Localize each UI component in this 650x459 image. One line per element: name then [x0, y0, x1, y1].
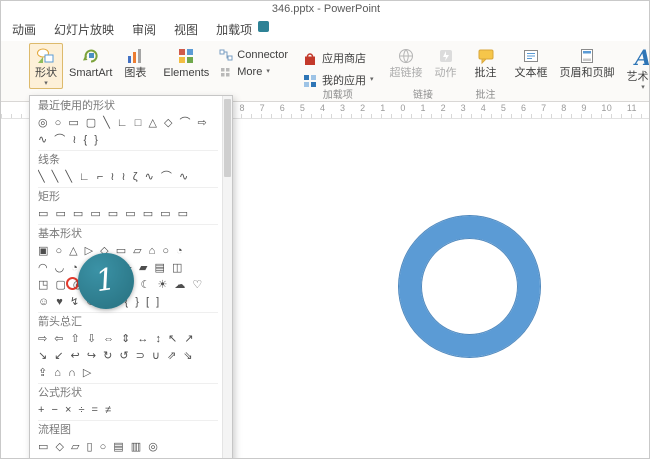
section-flowchart: 流程图 ▭ ◇ ▱ ▯ ○ ▤ ▥ ◎ ▭ ○ ▱ ◇ ⊗ ⊕ ▽ △ ◁ ▷ [38, 420, 218, 459]
section-recent-shapes: 最近使用的形状 ◎ ○ ▭ ▢ ╲ ∟ □ △ ◇ ⌒ ⇨ ∿ ⌒ ≀ { } [38, 98, 218, 149]
tab-review[interactable]: 审阅 [123, 17, 165, 42]
tab-view[interactable]: 视图 [165, 17, 207, 42]
shapes-button-label: 形状 [35, 67, 57, 79]
textbox-button[interactable]: 文本框 [509, 43, 554, 89]
shape-row[interactable]: ▣ ○ △ ▷ ◇ ▭ ▱ ⌂ ○ ◔ [38, 243, 218, 260]
section-label: 公式形状 [38, 385, 218, 402]
group-label-comments: 批注 [469, 89, 503, 102]
section-block-arrows: 箭头总汇 ⇨ ⇦ ⇧ ⇩ ⇔ ⇕ ↔ ↕ ↖ ↗ ↘ ↙ ↩ ↪ ↻ ↺ ⊃ ∪… [38, 312, 218, 382]
wordart-button[interactable]: A 艺术字 ▾ [621, 43, 650, 89]
my-apps-button-label: 我的应用 [322, 72, 366, 88]
my-apps-button[interactable]: 我的应用 ▾ [298, 71, 378, 89]
comment-button[interactable]: 批注 [469, 43, 503, 89]
window-title: 346.pptx - PowerPoint [1, 1, 650, 17]
chart-button-label: 图表 [124, 67, 146, 79]
app-store-button-label: 应用商店 [322, 50, 366, 66]
section-rectangles: 矩形 ▭ ▭ ▭ ▭ ▭ ▭ ▭ ▭ ▭ [38, 187, 218, 223]
action-button[interactable]: 动作 [429, 43, 463, 89]
shapes-icon [36, 47, 56, 65]
tab-addins[interactable]: 加载项 [207, 17, 261, 42]
group-label-addins: 加载项 [298, 89, 378, 102]
shape-row[interactable]: ╲ ╲ ╲ ∟ ⌐ ≀ ≀ ζ ∿ ⌒ ∿ [38, 169, 218, 186]
app-store-icon [302, 51, 318, 66]
powerpoint-window: 346.pptx - PowerPoint 动画 幻灯片放映 审阅 视图 加载项… [0, 0, 650, 459]
more-icon [219, 66, 233, 78]
ribbon-tab-bar: 动画 幻灯片放映 审阅 视图 加载项 [1, 17, 650, 41]
panel-scrollbar[interactable] [222, 96, 232, 459]
wordart-button-label: 艺术字 [627, 71, 650, 83]
section-label: 矩形 [38, 189, 218, 206]
chevron-down-icon: ▾ [266, 69, 270, 75]
header-footer-button-label: 页眉和页脚 [560, 67, 615, 79]
header-footer-icon [578, 47, 596, 65]
section-label: 基本形状 [38, 226, 218, 243]
shape-row[interactable]: ▭ ◇ ▱ ▯ ○ ▤ ▥ ◎ [38, 439, 218, 456]
step-1-badge-label: 1 [94, 265, 117, 297]
action-button-label: 动作 [435, 67, 457, 79]
group-links: 超链接 动作 链接 [382, 42, 465, 101]
section-equation-shapes: 公式形状 + − × ÷ = ≠ [38, 383, 218, 419]
more-button[interactable]: More ▾ [215, 65, 292, 79]
group-illustrations: 形状 ▾ SmartArt 图表 [27, 42, 294, 101]
textbox-icon [522, 47, 540, 65]
group-addins: 应用商店 我的应用 ▾ 加载项 [296, 42, 380, 101]
chart-icon [126, 47, 144, 65]
smartart-button-label: SmartArt [69, 67, 112, 79]
title-bar: 346.pptx - PowerPoint [1, 1, 650, 17]
connector-icon [219, 49, 233, 61]
elements-icon [177, 47, 195, 65]
tab-animation[interactable]: 动画 [3, 17, 45, 42]
section-lines: 线条 ╲ ╲ ╲ ∟ ⌐ ≀ ≀ ζ ∿ ⌒ ∿ [38, 150, 218, 186]
header-footer-button[interactable]: 页眉和页脚 [554, 43, 621, 89]
chart-button[interactable]: 图表 [118, 43, 152, 89]
tab-slideshow[interactable]: 幻灯片放映 [45, 17, 123, 42]
shapes-button[interactable]: 形状 ▾ [29, 43, 63, 89]
chevron-down-icon: ▾ [44, 81, 48, 87]
section-label: 最近使用的形状 [38, 98, 218, 115]
textbox-button-label: 文本框 [515, 67, 548, 79]
group-text: 文本框 页眉和页脚 A 艺术字 ▾ [507, 42, 650, 101]
section-label: 线条 [38, 152, 218, 169]
shape-row[interactable]: ⇨ ⇦ ⇧ ⇩ ⇔ ⇕ ↔ ↕ ↖ ↗ [38, 331, 218, 348]
comment-icon [477, 47, 495, 65]
chevron-down-icon: ▾ [370, 77, 374, 83]
elements-button[interactable]: Elements [157, 43, 215, 89]
more-button-label: More [237, 66, 262, 78]
hyperlink-globe-icon [397, 47, 415, 65]
scrollbar-thumb[interactable] [224, 99, 231, 177]
shape-row[interactable]: ∿ ⌒ ≀ { } [38, 132, 218, 149]
hyperlink-button[interactable]: 超链接 [384, 43, 429, 89]
section-label: 流程图 [38, 422, 218, 439]
shape-row[interactable]: ⇪ ⌂ ∩ ▷ [38, 365, 218, 382]
shape-row[interactable]: ◎ ○ ▭ ▢ ╲ ∟ □ △ ◇ ⌒ ⇨ [38, 115, 218, 132]
section-label: 箭头总汇 [38, 314, 218, 331]
annotation-square [258, 21, 269, 32]
comment-button-label: 批注 [475, 67, 497, 79]
hyperlink-button-label: 超链接 [390, 67, 423, 79]
elements-button-label: Elements [163, 67, 209, 79]
group-label-links: 链接 [384, 89, 463, 102]
my-apps-icon [302, 73, 318, 88]
smartart-icon [82, 47, 100, 65]
group-comments: 批注 批注 [467, 42, 505, 101]
donut-shape[interactable] [399, 216, 540, 357]
action-icon [437, 47, 455, 65]
step-1-badge: 1 [78, 253, 134, 309]
smartart-button[interactable]: SmartArt [63, 43, 118, 89]
shape-row[interactable]: + − × ÷ = ≠ [38, 402, 218, 419]
shape-row[interactable]: ▭ ▭ ▭ ▭ ▭ ▭ ▭ ▭ ▭ [38, 206, 218, 223]
app-store-button[interactable]: 应用商店 [298, 49, 370, 67]
ribbon: 形状 ▾ SmartArt 图表 [1, 41, 650, 102]
connector-button-label: Connector [237, 49, 288, 61]
shape-row[interactable]: ↘ ↙ ↩ ↪ ↻ ↺ ⊃ ∪ ⇗ ⇘ [38, 348, 218, 365]
chevron-down-icon: ▾ [641, 85, 645, 91]
connector-button[interactable]: Connector [215, 48, 292, 62]
wordart-icon: A [635, 47, 650, 69]
